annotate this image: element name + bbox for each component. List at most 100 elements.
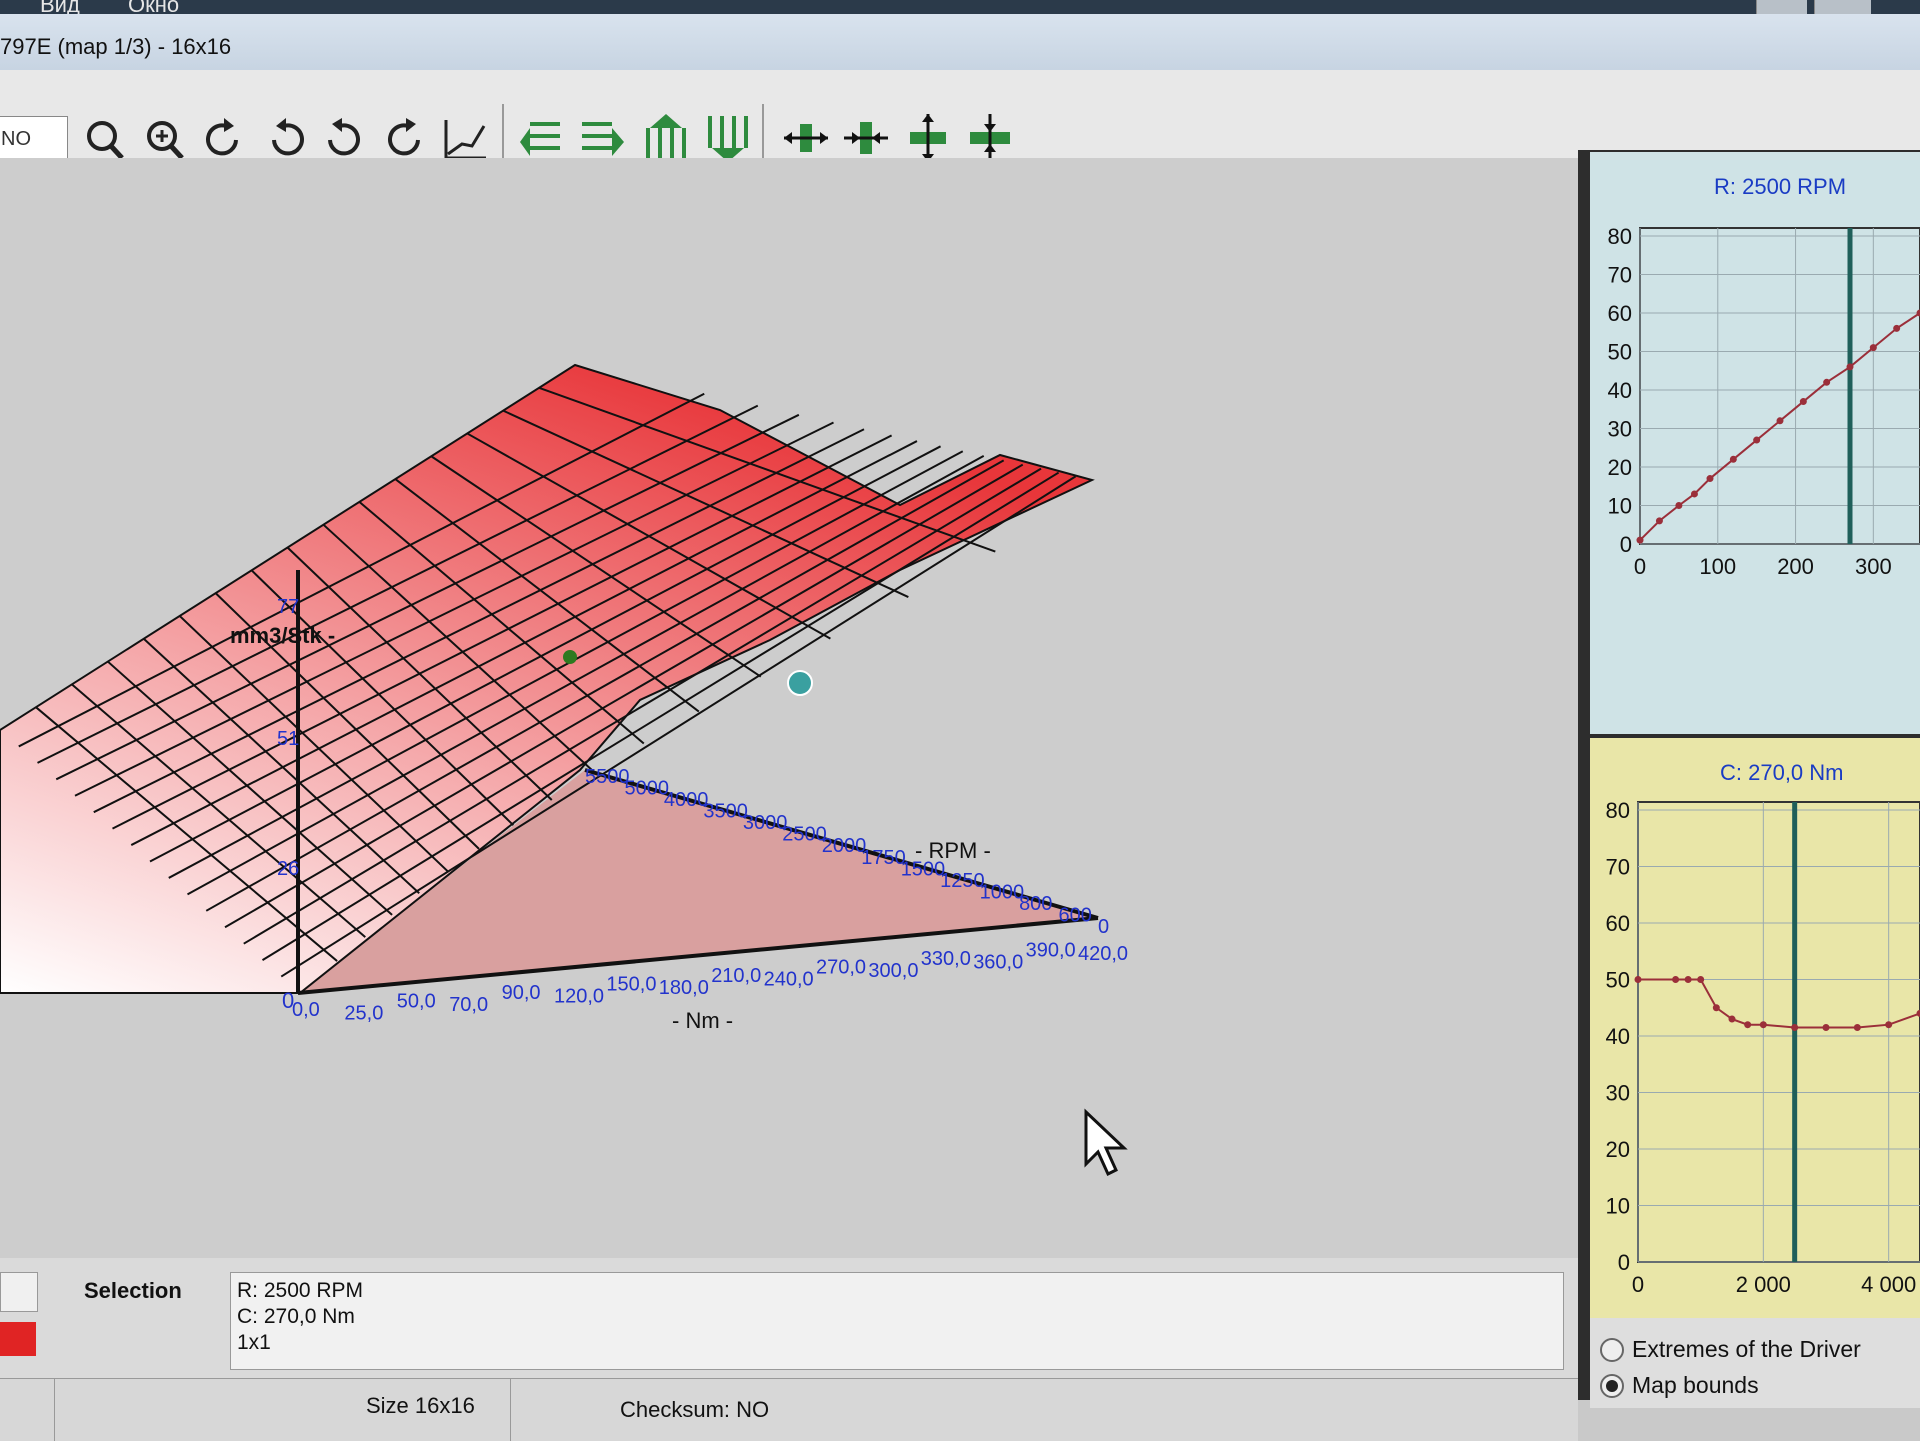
- data-point: [1685, 976, 1692, 983]
- data-point: [1870, 344, 1877, 351]
- nm-tick-label: 90,0: [502, 982, 541, 1004]
- rpm-tick-label: 3000: [743, 812, 788, 834]
- nm-tick-label: 390,0: [1026, 939, 1076, 961]
- rpm-tick-label: 1000: [980, 881, 1025, 903]
- data-point: [1885, 1021, 1892, 1028]
- x-tick-label: 100: [1699, 554, 1736, 579]
- data-point: [1744, 1021, 1751, 1028]
- nm-tick-label: 70,0: [449, 994, 488, 1016]
- window-title: 797E (map 1/3) - 16x16: [0, 34, 231, 60]
- toolbar-separator: [502, 104, 504, 164]
- nm-axis-label: - Nm -: [672, 1008, 733, 1033]
- bounds-options: Extremes of the Driver Map bounds: [1590, 1318, 1920, 1408]
- map-window-titlebar: 797E (map 1/3) - 16x16: [0, 14, 1920, 70]
- y-tick-label: 30: [1606, 1081, 1630, 1106]
- data-point: [1823, 379, 1830, 386]
- data-point: [1691, 490, 1698, 497]
- no-field[interactable]: NO: [0, 116, 68, 160]
- surface-plot[interactable]: mm3/Stk -775126- RPM -550050004000350030…: [0, 158, 1578, 1258]
- rpm-tick-label: 2500: [782, 824, 827, 846]
- data-point: [1893, 325, 1900, 332]
- status-map-size: Size 16x16: [366, 1393, 475, 1419]
- x-tick-label: 2 000: [1736, 1272, 1791, 1297]
- data-point: [1823, 1024, 1830, 1031]
- z-tick-label: 77: [277, 596, 299, 618]
- data-point: [1791, 1024, 1798, 1031]
- z-tick-label: 26: [277, 858, 299, 880]
- nm-tick-label: 300,0: [868, 960, 918, 982]
- y-tick-label: 10: [1606, 1194, 1630, 1219]
- data-point: [1800, 398, 1807, 405]
- y-tick-label: 80: [1608, 224, 1632, 249]
- x-tick-label: 4 000: [1861, 1272, 1916, 1297]
- data-point: [1777, 417, 1784, 424]
- selection-size-value: 1x1: [237, 1331, 271, 1355]
- rpm-tick-label: 5500: [585, 766, 630, 788]
- x-tick-label: 200: [1777, 554, 1814, 579]
- rpm-tick-label: 2000: [822, 835, 867, 857]
- z-axis-label: mm3/Stk -: [230, 623, 335, 648]
- rpm-tick-label: 800: [1019, 893, 1052, 915]
- y-tick-label: 60: [1606, 911, 1630, 936]
- data-point: [1753, 437, 1760, 444]
- view-cursor-marker[interactable]: [788, 671, 812, 695]
- y-tick-label: 80: [1606, 798, 1630, 823]
- nm-tick-label: 180,0: [659, 977, 709, 999]
- y-tick-label: 40: [1608, 378, 1632, 403]
- nm-tick-label: 0,0: [292, 999, 320, 1021]
- y-tick-label: 0: [1618, 1250, 1630, 1275]
- radio-extremes[interactable]: [1598, 1336, 1626, 1364]
- series-line: [1638, 980, 1920, 1028]
- selection-col-value: C: 270,0 Nm: [237, 1305, 355, 1329]
- data-point: [1713, 1004, 1720, 1011]
- map-3d-view[interactable]: mm3/Stk -775126- RPM -550050004000350030…: [0, 158, 1578, 1258]
- data-point: [1635, 976, 1642, 983]
- radio-map-bounds-label[interactable]: Map bounds: [1632, 1372, 1759, 1399]
- nm-section-chart: 8070605040302010002 0004 000: [1590, 738, 1920, 1318]
- nm-tick-label: 210,0: [711, 965, 761, 987]
- data-point: [1675, 502, 1682, 509]
- x-tick-label: 300: [1855, 554, 1892, 579]
- nm-tick-label: 420,0: [1078, 943, 1128, 965]
- nm-tick-label: 150,0: [606, 973, 656, 995]
- data-point: [1760, 1021, 1767, 1028]
- selected-cell-marker[interactable]: [563, 650, 577, 664]
- color-swatch-red[interactable]: [0, 1322, 36, 1356]
- rpm-tick-label: 5000: [624, 778, 669, 800]
- y-tick-label: 60: [1608, 301, 1632, 326]
- nm-tick-label: 240,0: [764, 969, 814, 991]
- x-tick-label: 0: [1632, 1272, 1644, 1297]
- nm-section-panel: C: 270,0 Nm 8070605040302010002 0004 000: [1590, 738, 1920, 1318]
- y-tick-label: 70: [1606, 855, 1630, 880]
- radio-extremes-label[interactable]: Extremes of the Driver: [1632, 1336, 1861, 1363]
- radio-map-bounds[interactable]: [1598, 1372, 1626, 1400]
- data-point: [1707, 475, 1714, 482]
- rpm-tick-label: 1500: [901, 858, 946, 880]
- status-checksum: Checksum: NO: [620, 1397, 769, 1423]
- minimize-button[interactable]: [1756, 0, 1807, 14]
- plot-frame: [1638, 802, 1920, 1262]
- y-tick-label: 0: [1620, 532, 1632, 557]
- mouse-pointer-icon: [1082, 1108, 1134, 1180]
- status-bar: Size 16x16 Checksum: NO: [0, 1378, 1578, 1441]
- nm-tick-label: 120,0: [554, 986, 604, 1008]
- y-tick-label: 30: [1608, 417, 1632, 442]
- selection-label: Selection: [84, 1278, 182, 1304]
- maximize-button[interactable]: [1814, 0, 1871, 14]
- y-tick-label: 50: [1608, 340, 1632, 365]
- rpm-section-panel: R: 2500 RPM 807060504030201000100200300: [1590, 152, 1920, 734]
- toolbar-separator: [762, 104, 764, 164]
- y-tick-label: 10: [1608, 494, 1632, 519]
- color-swatch-empty[interactable]: [0, 1272, 38, 1312]
- nm-tick-label: 25,0: [344, 1003, 383, 1025]
- rpm-section-chart: 807060504030201000100200300: [1590, 152, 1920, 734]
- data-point: [1672, 976, 1679, 983]
- data-point: [1656, 517, 1663, 524]
- selection-row-value: R: 2500 RPM: [237, 1279, 363, 1303]
- status-separator: [510, 1379, 511, 1441]
- selection-info-box: R: 2500 RPM C: 270,0 Nm 1x1: [230, 1272, 1564, 1370]
- data-point: [1730, 456, 1737, 463]
- x-tick-label: 0: [1634, 554, 1646, 579]
- rpm-tick-label: 3500: [703, 801, 748, 823]
- y-tick-label: 20: [1606, 1137, 1630, 1162]
